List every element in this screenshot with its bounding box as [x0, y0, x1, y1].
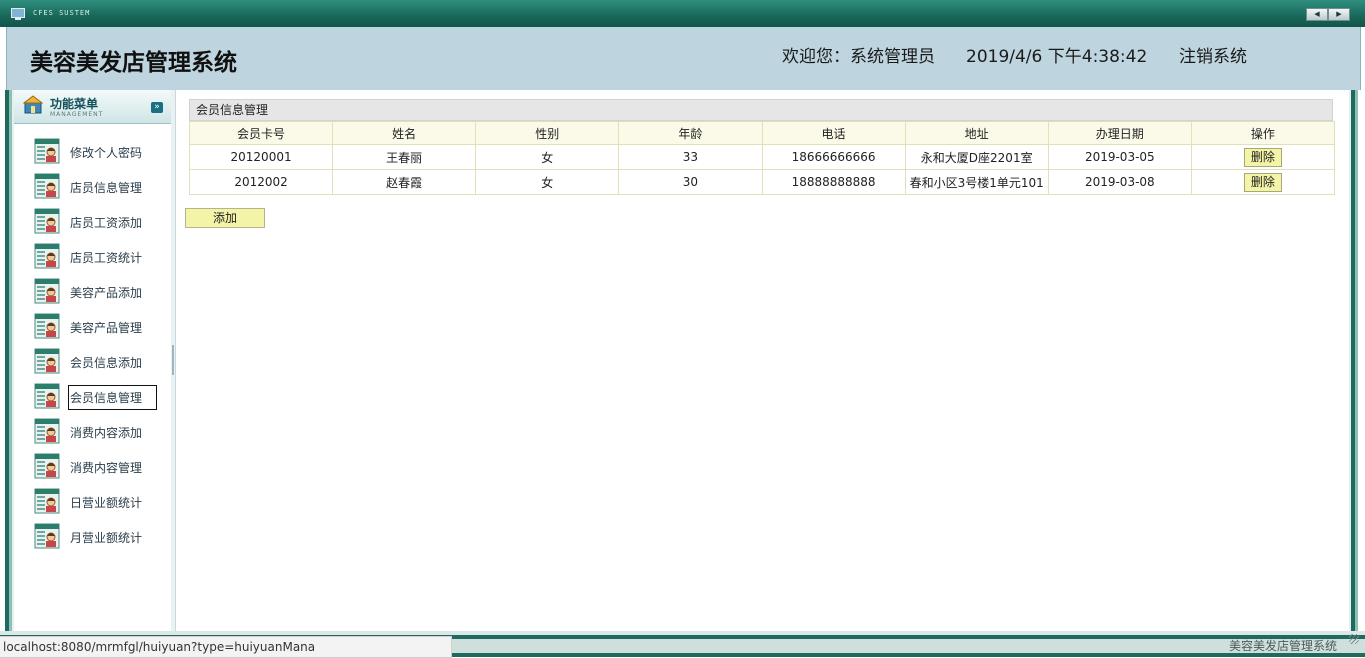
sidebar-item-label[interactable]: 店员工资统计: [69, 249, 143, 266]
sidebar-item[interactable]: 店员工资添加: [34, 208, 164, 235]
cell-phone: 18666666666: [761, 144, 906, 170]
user-card-icon: [34, 453, 60, 479]
delete-button[interactable]: 删除: [1243, 147, 1282, 167]
user-card-icon: [34, 418, 60, 444]
add-button[interactable]: 添加: [185, 208, 265, 228]
user-card-icon: [34, 138, 60, 164]
table-row: 2012002 赵春霞女 30 18888888888 春和小区3号楼1单元101 201…: [188, 169, 1336, 195]
cell-address: 春和小区3号楼1单元101: [904, 169, 1049, 195]
user-card-icon: [34, 243, 60, 269]
user-card-icon: [34, 383, 60, 409]
cell-date: 2019-03-05: [1047, 144, 1192, 170]
sidebar-item-label[interactable]: 店员工资添加: [69, 214, 143, 231]
sidebar-item-label[interactable]: 会员信息管理: [68, 385, 157, 410]
menu-header: 功能菜单 MANAGEMENT »: [14, 90, 171, 124]
sidebar-item-label[interactable]: 修改个人密码: [69, 144, 143, 161]
sidebar-item[interactable]: 店员信息管理: [34, 173, 164, 200]
welcome-text: 欢迎您：系统管理员: [782, 47, 935, 67]
cell-address: 永和大厦D座2201室: [904, 144, 1049, 170]
delete-button[interactable]: 删除: [1243, 172, 1282, 192]
column-header: 性别: [475, 121, 620, 145]
sidebar-item-label[interactable]: 美容产品添加: [69, 284, 143, 301]
cell-phone: 18888888888: [761, 169, 906, 195]
collapse-icon[interactable]: »: [151, 102, 163, 113]
user-card-icon: [34, 208, 60, 234]
table-row: 20120001 王春丽女 33 18666666666 永和大厦D座2201室 2019…: [188, 144, 1336, 170]
main-content: 会员信息管理 会员卡号 姓名 性别 年龄 电话 地址 办理日期 操作 20120001 王春丽女…: [176, 90, 1349, 631]
column-header: 办理日期: [1047, 121, 1192, 145]
sidebar-item[interactable]: 修改个人密码: [34, 138, 164, 165]
menu-title: 功能菜单: [50, 97, 99, 111]
column-header: 电话: [761, 121, 906, 145]
member-table: 会员卡号 姓名 性别 年龄 电话 地址 办理日期 操作 20120001 王春丽女 33 18666…: [188, 121, 1336, 195]
user-card-icon: [34, 348, 60, 374]
window-title-bar: CFES SUSTEM ◀ ▶: [0, 0, 1365, 27]
sidebar-item[interactable]: 会员信息管理: [34, 383, 164, 410]
column-header: 姓名: [332, 121, 477, 145]
cell-card: 20120001: [188, 144, 334, 170]
sidebar-item-label[interactable]: 消费内容添加: [69, 424, 143, 441]
menu-subtitle: MANAGEMENT: [50, 111, 104, 118]
cell-name: 赵春霞: [332, 169, 477, 195]
cell-card: 2012002: [188, 169, 334, 195]
system-label: CFES SUSTEM: [33, 9, 91, 17]
sidebar-item-label[interactable]: 日营业额统计: [69, 494, 143, 511]
app-header: 美容美发店管理系统 欢迎您：系统管理员 2019/4/6 下午4:38:42 注…: [6, 27, 1361, 90]
user-card-icon: [34, 488, 60, 514]
column-header: 地址: [904, 121, 1049, 145]
column-header: 年龄: [618, 121, 763, 145]
prev-button[interactable]: ◀: [1306, 8, 1328, 21]
sidebar-item[interactable]: 日营业额统计: [34, 488, 164, 515]
column-header: 操作: [1190, 121, 1336, 145]
sidebar-item-label[interactable]: 月营业额统计: [69, 529, 143, 546]
cell-action: 删除: [1190, 144, 1336, 170]
footer-title: 美容美发店管理系统: [1228, 639, 1337, 653]
sidebar-item[interactable]: 消费内容管理: [34, 453, 164, 480]
user-card-icon: [34, 173, 60, 199]
frame-right-border: [1349, 90, 1365, 633]
cell-age: 33: [618, 144, 763, 170]
cell-gender: 女: [475, 169, 620, 195]
panel-title: 会员信息管理: [189, 99, 1333, 121]
current-datetime: 2019/4/6 下午4:38:42: [966, 47, 1148, 67]
browser-status-url: localhost:8080/mrmfgl/huiyuan?type=huiyu…: [0, 636, 452, 658]
resize-grip-icon[interactable]: [1349, 634, 1359, 644]
menu-home-icon: [23, 95, 43, 114]
sidebar-item-label[interactable]: 美容产品管理: [69, 319, 143, 336]
sidebar: 功能菜单 MANAGEMENT » 修改个人密码 店员信息管理 店员工资添加 店员工资…: [14, 90, 172, 631]
sidebar-item[interactable]: 会员信息添加: [34, 348, 164, 375]
sidebar-item-label[interactable]: 会员信息添加: [69, 354, 143, 371]
frame-left-border: [0, 90, 14, 633]
user-card-icon: [34, 523, 60, 549]
app-title: 美容美发店管理系统: [30, 50, 237, 76]
sidebar-item[interactable]: 美容产品管理: [34, 313, 164, 340]
monitor-icon: [11, 8, 25, 20]
sidebar-item[interactable]: 店员工资统计: [34, 243, 164, 270]
cell-action: 删除: [1190, 169, 1336, 195]
next-button[interactable]: ▶: [1328, 8, 1350, 21]
sidebar-item-label[interactable]: 店员信息管理: [69, 179, 143, 196]
sidebar-item[interactable]: 月营业额统计: [34, 523, 164, 550]
cell-date: 2019-03-08: [1047, 169, 1192, 195]
cell-name: 王春丽: [332, 144, 477, 170]
table-header-row: 会员卡号 姓名 性别 年龄 电话 地址 办理日期 操作: [188, 121, 1336, 145]
user-card-icon: [34, 278, 60, 304]
cell-age: 30: [618, 169, 763, 195]
sidebar-item-label[interactable]: 消费内容管理: [69, 459, 143, 476]
column-header: 会员卡号: [188, 121, 334, 145]
logout-link[interactable]: 注销系统: [1179, 42, 1247, 67]
splitter-handle[interactable]: [172, 345, 174, 375]
sidebar-item[interactable]: 美容产品添加: [34, 278, 164, 305]
user-card-icon: [34, 313, 60, 339]
sidebar-item[interactable]: 消费内容添加: [34, 418, 164, 445]
cell-gender: 女: [475, 144, 620, 170]
